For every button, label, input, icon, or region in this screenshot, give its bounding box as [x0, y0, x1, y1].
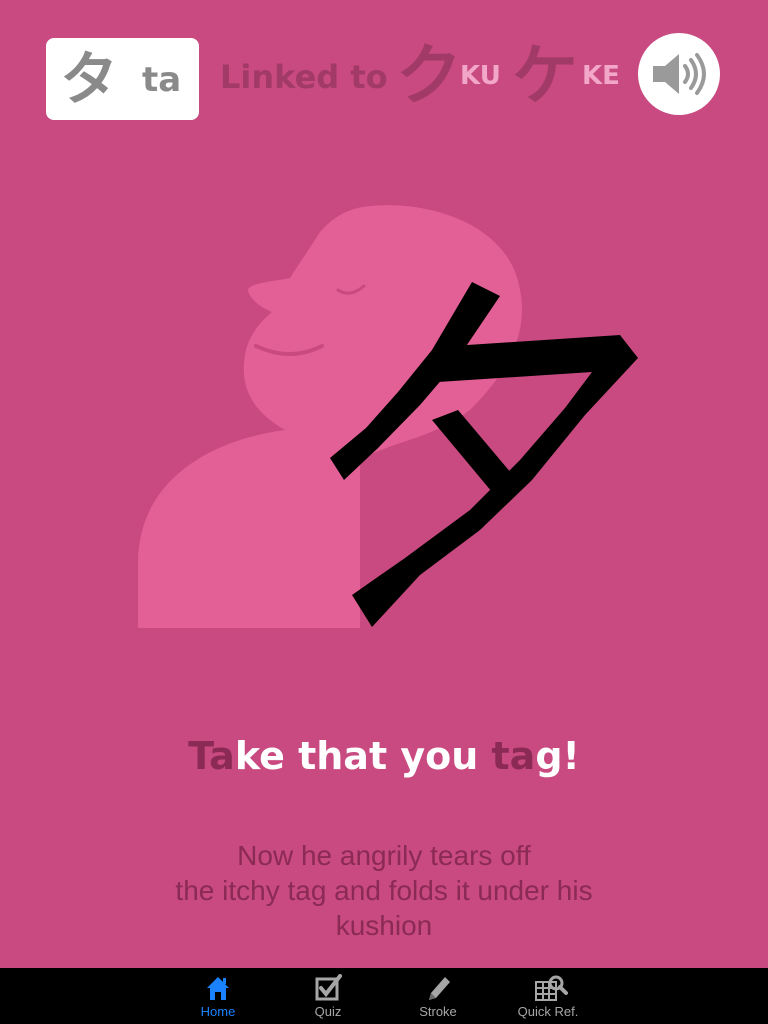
mnemonic-illustration — [138, 205, 638, 628]
mnemonic-part: ta — [491, 734, 536, 778]
mnemonic-sentence: Take that you tag! — [0, 728, 768, 784]
tab-stroke[interactable]: Stroke — [388, 968, 488, 1024]
tab-quiz[interactable]: Quiz — [278, 968, 378, 1024]
description-line: Now he angrily tears off — [237, 840, 531, 871]
mnemonic-part: Ta — [188, 734, 235, 778]
tab-label: Quiz — [314, 1004, 342, 1019]
tab-label: Stroke — [419, 1004, 457, 1019]
tab-quick-ref[interactable]: Quick Ref. — [498, 968, 598, 1024]
tab-home[interactable]: Home — [168, 968, 268, 1024]
mnemonic-description: Now he angrily tears off the itchy tag a… — [100, 838, 668, 943]
checkbox-icon — [315, 974, 342, 1001]
description-line: kushion — [335, 910, 433, 941]
tab-bar: Home Quiz Stroke Quick Ref. — [0, 968, 768, 1024]
pencil-icon — [429, 977, 450, 1000]
grid-search-icon — [535, 975, 568, 1001]
tab-label: Home — [200, 1004, 236, 1019]
description-line: the itchy tag and folds it under his — [175, 875, 593, 906]
mnemonic-part: g! — [535, 734, 580, 778]
tab-label: Quick Ref. — [517, 1004, 579, 1019]
mnemonic-part: ke that you — [234, 734, 492, 778]
person-figure — [138, 205, 522, 628]
home-icon — [207, 977, 229, 1000]
